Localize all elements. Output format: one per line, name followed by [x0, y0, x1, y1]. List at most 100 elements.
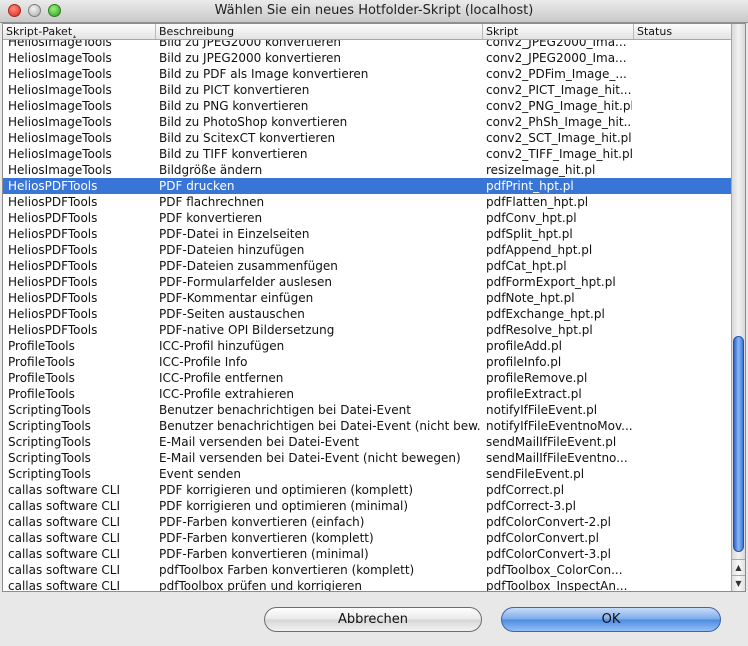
table-row[interactable]: HeliosImageTools Bild zu PNG konvertieren…	[3, 98, 731, 114]
table-row[interactable]: callas software CLI pdfToolbox Farben kon…	[3, 562, 731, 578]
table-row[interactable]: ScriptingTools Benutzer benachrichtigen b…	[3, 418, 731, 434]
cell-script: profileAdd.pl	[486, 339, 562, 353]
vertical-scrollbar[interactable]: ▲ ▼	[731, 24, 745, 591]
table-row[interactable]: HeliosPDFTools PDF-Datei in Einzelseiten p…	[3, 226, 731, 242]
table-row[interactable]: HeliosPDFTools PDF-Formularfelder auslese…	[3, 274, 731, 290]
cell-package: HeliosImageTools	[8, 115, 112, 129]
cell-script: sendMailIfFileEventno...	[486, 451, 628, 465]
table-row[interactable]: ProfileTools ICC-Profile entfernen profile…	[3, 370, 731, 386]
table-row[interactable]: HeliosImageTools Bild zu PICT konvertiere…	[3, 82, 731, 98]
cell-status	[637, 40, 731, 50]
cell-package: callas software CLI	[8, 563, 120, 577]
cell-status	[637, 50, 731, 66]
cell-package: callas software CLI	[8, 547, 120, 561]
cell-status	[637, 82, 731, 98]
table-row[interactable]: ScriptingTools Benutzer benachrichtigen b…	[3, 402, 731, 418]
cell-status	[637, 370, 731, 386]
cell-script: notifyIfFileEventnoMov...	[486, 419, 632, 433]
table-row[interactable]: HeliosPDFTools PDF-Kommentar einfügen pdfN…	[3, 290, 731, 306]
cell-script: pdfResolve_hpt.pl	[486, 323, 593, 337]
cell-script: conv2_JPEG2000_Ima...	[486, 40, 627, 49]
table-row[interactable]: HeliosPDFTools PDF flachrechnen pdfFlatten…	[3, 194, 731, 210]
scroll-down-icon[interactable]: ▼	[732, 575, 745, 591]
script-table: Skript-Paket ▴ Beschreibung Skript Statu…	[2, 23, 746, 592]
cell-package: ScriptingTools	[8, 419, 91, 433]
cell-description: Bild zu PhotoShop konvertieren	[159, 115, 348, 129]
cell-script: conv2_PDFim_Image_...	[486, 67, 627, 81]
cell-status	[637, 530, 731, 546]
cell-script: pdfExchange_hpt.pl	[486, 307, 605, 321]
cell-script: conv2_SCT_Image_hit.pl	[486, 131, 632, 145]
cell-status	[637, 514, 731, 530]
cell-package: ProfileTools	[8, 371, 75, 385]
table-row[interactable]: ScriptingTools Event senden sendFileEvent.…	[3, 466, 731, 482]
table-row[interactable]: HeliosImageTools Bildgröße ändern resizeIm…	[3, 162, 731, 178]
cell-description: ICC-Profil hinzufügen	[159, 339, 285, 353]
cell-script: resizeImage_hit.pl	[486, 163, 596, 177]
cell-script: pdfAppend_hpt.pl	[486, 243, 593, 257]
table-row[interactable]: HeliosImageTools Bild zu ScitexCT konvert…	[3, 130, 731, 146]
cell-package: HeliosImageTools	[8, 147, 112, 161]
table-row[interactable]: HeliosPDFTools PDF-Seiten austauschen pdfE…	[3, 306, 731, 322]
cell-script: sendMailIfFileEvent.pl	[486, 435, 617, 449]
column-header-label: Status	[637, 25, 673, 38]
cell-script: sendFileEvent.pl	[486, 467, 585, 481]
scrollbar-thumb[interactable]	[733, 336, 744, 552]
cell-description: Bild zu PICT konvertieren	[159, 83, 310, 97]
cell-description: Bild zu JPEG2000 konvertieren	[159, 51, 342, 65]
cell-status	[637, 114, 731, 130]
table-rows: HeliosImageTools Bild zu JPEG2000 konvert…	[3, 40, 731, 591]
cell-script: pdfPrint_hpt.pl	[486, 179, 574, 193]
table-row[interactable]: HeliosPDFTools PDF-Dateien hinzufügen pdfA…	[3, 242, 731, 258]
column-header-description[interactable]: Beschreibung	[156, 24, 483, 39]
table-row[interactable]: HeliosImageTools Bild zu JPEG2000 konvert…	[3, 50, 731, 66]
cancel-button[interactable]: Abbrechen	[264, 607, 482, 632]
table-row[interactable]: ProfileTools ICC-Profile extrahieren profi…	[3, 386, 731, 402]
cell-description: Event senden	[159, 467, 242, 481]
cell-status	[637, 290, 731, 306]
table-row[interactable]: callas software CLI PDF korrigieren und o…	[3, 482, 731, 498]
column-header-package[interactable]: Skript-Paket ▴	[3, 24, 156, 39]
title-bar[interactable]: Wählen Sie ein neues Hotfolder-Skript (l…	[0, 0, 748, 23]
cell-package: callas software CLI	[8, 579, 120, 591]
cell-package: HeliosPDFTools	[8, 243, 98, 257]
table-row[interactable]: ScriptingTools E-Mail versenden bei Datei…	[3, 450, 731, 466]
cell-description: E-Mail versenden bei Datei-Event	[159, 435, 360, 449]
cell-package: HeliosPDFTools	[8, 307, 98, 321]
cell-package: ScriptingTools	[8, 451, 91, 465]
table-row[interactable]: HeliosPDFTools PDF konvertieren pdfConv_hp…	[3, 210, 731, 226]
table-row[interactable]: HeliosPDFTools PDF-Dateien zusammenfügen p…	[3, 258, 731, 274]
ok-button[interactable]: OK	[501, 607, 721, 632]
table-row[interactable]: HeliosImageTools Bild zu PDF als Image ko…	[3, 66, 731, 82]
window-title: Wählen Sie ein neues Hotfolder-Skript (l…	[214, 3, 534, 18]
table-row[interactable]: HeliosImageTools Bild zu PhotoShop konver…	[3, 114, 731, 130]
table-row[interactable]: HeliosImageTools Bild zu TIFF konvertiere…	[3, 146, 731, 162]
table-row[interactable]: callas software CLI PDF-Farben konvertier…	[3, 546, 731, 562]
cell-script: pdfSplit_hpt.pl	[486, 227, 573, 241]
column-header-script[interactable]: Skript	[483, 24, 634, 39]
column-header-label: Skript-Paket	[6, 25, 73, 38]
table-row[interactable]: callas software CLI PDF-Farben konvertier…	[3, 530, 731, 546]
cell-status	[637, 386, 731, 402]
table-row[interactable]: HeliosImageTools Bild zu JPEG2000 konvert…	[3, 40, 731, 50]
table-row-selected[interactable]: HeliosPDFTools PDF drucken pdfPrint_hpt.pl	[3, 178, 731, 194]
cell-package: HeliosPDFTools	[8, 227, 98, 241]
table-row[interactable]: HeliosPDFTools PDF-native OPI Bildersetzu…	[3, 322, 731, 338]
cell-description: PDF-Dateien zusammenfügen	[159, 259, 338, 273]
cell-status	[637, 482, 731, 498]
table-row[interactable]: ProfileTools ICC-Profile Info profileInfo.…	[3, 354, 731, 370]
scroll-up-icon[interactable]: ▲	[732, 559, 745, 575]
table-row[interactable]: callas software CLI PDF korrigieren und o…	[3, 498, 731, 514]
cell-status	[637, 258, 731, 274]
cell-description: PDF-Datei in Einzelseiten	[159, 227, 310, 241]
table-row[interactable]: callas software CLI PDF-Farben konvertier…	[3, 514, 731, 530]
table-row[interactable]: ProfileTools ICC-Profil hinzufügen profile…	[3, 338, 731, 354]
column-header-label: Skript	[486, 25, 519, 38]
column-header-status[interactable]: Status	[634, 24, 731, 39]
table-row[interactable]: ScriptingTools E-Mail versenden bei Datei…	[3, 434, 731, 450]
cell-description: E-Mail versenden bei Datei-Event (nicht …	[159, 451, 461, 465]
table-row[interactable]: callas software CLI pdfToolbox prüfen und…	[3, 578, 731, 591]
cell-package: HeliosImageTools	[8, 40, 112, 49]
cell-script: pdfCorrect.pl	[486, 483, 565, 497]
cell-script: profileInfo.pl	[486, 355, 562, 369]
